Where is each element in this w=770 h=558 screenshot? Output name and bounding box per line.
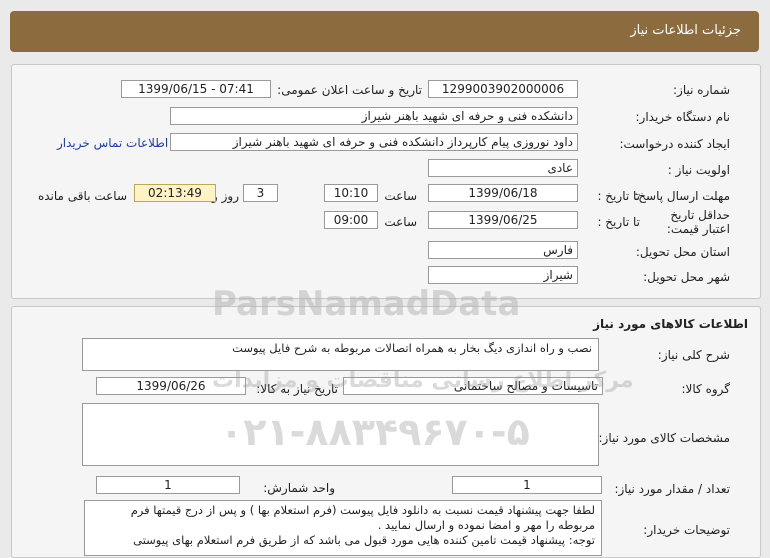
need-info-panel (11, 64, 761, 299)
response-deadline-label: مهلت ارسال پاسخ: (634, 189, 730, 203)
creator-label: ایجاد کننده درخواست: (619, 137, 730, 151)
price-validity-label: حداقل تاریخ اعتبار قیمت: (666, 208, 730, 236)
buyer-notes-line: توجه: پیشنهاد قیمت تامین کننده هایی مورد… (133, 533, 595, 547)
goods-specs-field (82, 403, 599, 466)
buyer-notes-label: توضیحات خریدار: (643, 523, 730, 537)
deadline-time-field: 10:10 (324, 184, 378, 202)
remaining-days-field: 3 (243, 184, 278, 202)
delivery-province-field: فارس (428, 241, 578, 259)
unit-label: واحد شمارش: (263, 481, 335, 495)
need-number-label: شماره نیاز: (673, 83, 730, 97)
buyer-contact-link[interactable]: اطلاعات تماس خریدار (57, 136, 168, 150)
buyer-notes-line: مربوطه را مهر و امضا نموده و ارسال نمایی… (377, 518, 595, 532)
need-date-label: تاریخ نیاز به کالا: (256, 382, 338, 396)
page-title: جزئیات اطلاعات نیاز (630, 23, 741, 38)
creator-field: داود نوروزی پیام کارپرداز دانشکده فنی و … (170, 133, 578, 151)
validity-time-field: 09:00 (324, 211, 378, 229)
buyer-org-field: دانشکده فنی و حرفه ای شهید باهنر شیراز (170, 107, 578, 125)
need-description-label: شرح کلی نیاز: (657, 348, 730, 362)
deadline-time-label: ساعت (384, 189, 417, 203)
validity-date-field: 1399/06/25 (428, 211, 578, 229)
delivery-province-label: استان محل تحویل: (635, 245, 730, 259)
goods-group-field: تاسیسات و مصالح ساختمانی (343, 377, 603, 395)
delivery-city-label: شهر محل تحویل: (643, 270, 730, 284)
priority-label: اولویت نیاز : (667, 163, 730, 177)
quantity-field: 1 (452, 476, 602, 494)
days-and-label: روز و (212, 189, 239, 203)
need-description-text: نصب و راه اندازی دیگ بخار به همراه اتصال… (232, 341, 592, 355)
buyer-org-label: نام دستگاه خریدار: (635, 110, 731, 124)
goods-specs-label: مشخصات کالای مورد نیاز: (598, 431, 730, 445)
validity-until-date-label: تا تاریخ : (597, 215, 640, 229)
remaining-time-label: ساعت باقی مانده (37, 189, 127, 203)
buyer-notes-field: لطفا جهت پیشنهاد قیمت نسبت به دانلود فای… (84, 500, 602, 556)
need-date-field: 1399/06/26 (96, 377, 246, 395)
page-header: جزئیات اطلاعات نیاز (10, 11, 759, 52)
goods-section-title: اطلاعات کالاهای مورد نیاز (593, 317, 748, 331)
announce-datetime-field: 1399/06/15 - 07:41 (121, 80, 271, 98)
quantity-label: تعداد / مقدار مورد نیاز: (614, 482, 730, 496)
validity-time-label: ساعت (384, 215, 417, 229)
unit-field: 1 (96, 476, 240, 494)
priority-field: عادی (428, 159, 578, 177)
announce-datetime-label: تاریخ و ساعت اعلان عمومی: (277, 83, 422, 97)
need-number-field: 1299003902000006 (428, 80, 578, 98)
deadline-date-field: 1399/06/18 (428, 184, 578, 202)
goods-group-label: گروه کالا: (681, 382, 731, 396)
remaining-time-field: 02:13:49 (134, 184, 216, 202)
delivery-city-field: شیراز (428, 266, 578, 284)
buyer-notes-line: لطفا جهت پیشنهاد قیمت نسبت به دانلود فای… (130, 503, 595, 517)
deadline-until-date-label: تا تاریخ : (597, 189, 640, 203)
need-description-field: نصب و راه اندازی دیگ بخار به همراه اتصال… (82, 338, 599, 371)
